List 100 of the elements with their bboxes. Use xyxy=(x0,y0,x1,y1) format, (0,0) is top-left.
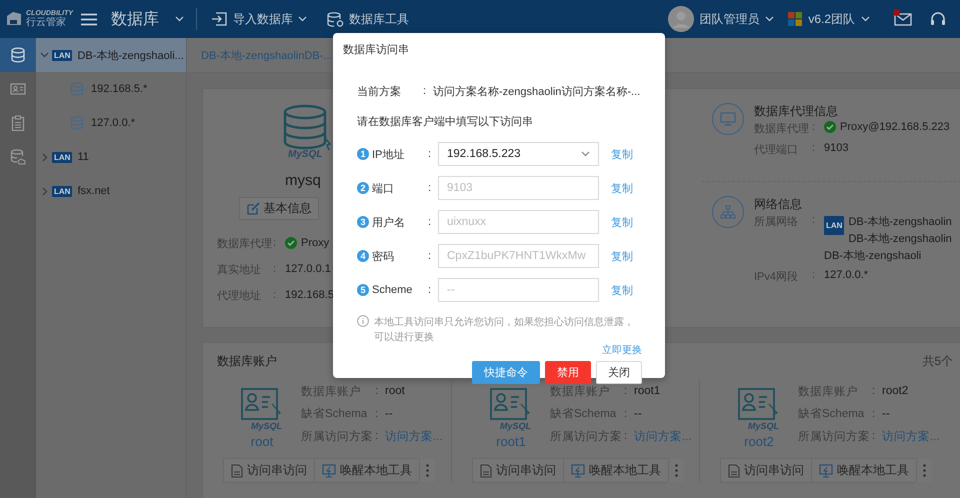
document-icon xyxy=(728,464,740,478)
tree-item[interactable]: LAN DB-本地-zengshaoli... xyxy=(36,38,186,72)
id-card-icon xyxy=(10,81,26,97)
scheme-link[interactable]: 访问方案... xyxy=(385,428,443,444)
logo-text: MySQL xyxy=(250,421,284,431)
network-badge: LAN xyxy=(52,186,72,196)
database-gear-icon xyxy=(327,12,344,26)
colon: : xyxy=(872,408,876,420)
info-icon xyxy=(357,315,369,327)
colon: : xyxy=(624,408,628,420)
document-icon xyxy=(480,464,492,478)
colon: : xyxy=(273,237,278,249)
field-value: 192.168.5 xyxy=(285,289,334,301)
step-number: 3 xyxy=(357,216,369,228)
clipboard-icon xyxy=(10,115,26,131)
database-icon xyxy=(10,47,26,63)
tab-button[interactable]: 基本信息 xyxy=(239,197,319,220)
field-value: 访问方案名称-zengshaolin访问方案名称-... xyxy=(433,84,640,98)
account-name[interactable]: root1 xyxy=(496,434,526,449)
step-number: 2 xyxy=(357,182,369,194)
tree-item[interactable]: 192.168.5.* xyxy=(36,72,186,106)
caret-icon xyxy=(42,152,48,162)
dialog-button[interactable]: 禁用 xyxy=(545,361,591,384)
dialog-button[interactable]: 快捷命令 xyxy=(472,361,540,384)
instruction-text: 请在数据库客户端中填写以下访问串 xyxy=(357,114,534,129)
module-title: 数据库 xyxy=(111,10,159,30)
step-number: 1 xyxy=(357,148,369,160)
colon: : xyxy=(428,148,432,160)
check-icon xyxy=(824,121,836,133)
nav-item[interactable] xyxy=(0,38,35,72)
team-icon xyxy=(788,12,802,26)
caret-icon xyxy=(175,16,184,22)
database-hand-icon xyxy=(10,149,26,165)
dialog-title: 数据库访问串 xyxy=(342,42,410,57)
field-value: root2 xyxy=(882,385,908,398)
section-title: 网络信息 xyxy=(754,196,803,213)
account-card-icon xyxy=(241,388,283,422)
colon: : xyxy=(428,216,432,228)
colon: : xyxy=(624,430,628,442)
more-icon[interactable] xyxy=(675,464,678,477)
tree-item[interactable]: LAN fsx.net xyxy=(36,174,186,208)
monitor-icon xyxy=(322,464,336,478)
avatar-icon[interactable] xyxy=(668,6,694,32)
import-icon xyxy=(211,12,228,26)
field-value: -- xyxy=(882,408,890,420)
field-value: root1 xyxy=(634,385,660,398)
scheme-link[interactable]: 访问方案... xyxy=(882,428,940,444)
field-value: 127.0.0.* xyxy=(824,269,868,281)
account-card-icon xyxy=(738,388,780,422)
field-label: 密码 xyxy=(372,250,395,264)
toolbar-button[interactable]: 数据库工具 xyxy=(327,10,419,28)
network-badge: LAN xyxy=(52,152,72,162)
account-name[interactable]: root xyxy=(250,434,274,449)
more-icon[interactable] xyxy=(426,464,429,477)
account-count: 共5个 xyxy=(922,353,953,370)
tree-item[interactable]: 127.0.0.* xyxy=(36,106,186,140)
ip-select[interactable]: 192.168.5.223 xyxy=(438,142,599,166)
menu-icon[interactable] xyxy=(81,12,97,26)
network-icon xyxy=(720,205,736,219)
colon: : xyxy=(872,385,876,398)
monitor-icon xyxy=(571,464,585,478)
check-icon xyxy=(285,237,297,249)
field-label: IP地址 xyxy=(372,148,406,162)
field-value: -- xyxy=(385,408,393,420)
field-value: Proxy xyxy=(301,237,330,249)
field-label: 端口 xyxy=(372,182,395,196)
colon: : xyxy=(812,121,816,133)
database-icon xyxy=(70,82,84,96)
logo-tagline: 行云管家 xyxy=(26,18,67,28)
colon: : xyxy=(872,430,876,442)
more-icon[interactable] xyxy=(923,464,926,477)
step-number: 4 xyxy=(357,250,369,262)
colon: : xyxy=(812,214,816,226)
scheme-link[interactable]: 访问方案... xyxy=(634,428,692,444)
user-name[interactable]: 团队管理员 xyxy=(699,10,760,28)
monitor-icon xyxy=(819,464,833,478)
field-label: 当前方案 xyxy=(357,84,402,98)
caret-icon xyxy=(765,16,774,22)
replace-link[interactable]: 立即更换 xyxy=(602,343,642,357)
network-badge: LAN xyxy=(52,50,72,60)
account-name[interactable]: root2 xyxy=(744,434,774,449)
headset-icon[interactable] xyxy=(930,11,946,27)
note-text: 本地工具访问串只允许您访问，如果您担心访问信息泄露，可以进行更换 xyxy=(374,316,635,344)
dialog-button[interactable]: 关闭 xyxy=(596,361,642,384)
caret-icon xyxy=(42,186,48,196)
caret-icon xyxy=(298,16,307,22)
copy-link[interactable]: 复制 xyxy=(611,146,633,162)
field-value: 9103 xyxy=(824,142,848,154)
step-number: 5 xyxy=(357,284,369,296)
logo-text: MySQL xyxy=(747,421,780,431)
team-name[interactable]: v6.2团队 xyxy=(808,10,855,28)
colon: : xyxy=(375,385,380,398)
instance-name: mysq xyxy=(285,172,321,189)
logo-text: MySQL xyxy=(287,150,324,160)
network-badge: LAN xyxy=(824,216,844,235)
section-title: 数据库代理信息 xyxy=(754,103,839,120)
tree-item[interactable]: LAN 11 xyxy=(36,140,186,174)
import-menu[interactable]: 导入数据库 xyxy=(211,10,317,28)
mail-icon[interactable] xyxy=(894,12,912,26)
field-label: Scheme xyxy=(372,284,414,296)
